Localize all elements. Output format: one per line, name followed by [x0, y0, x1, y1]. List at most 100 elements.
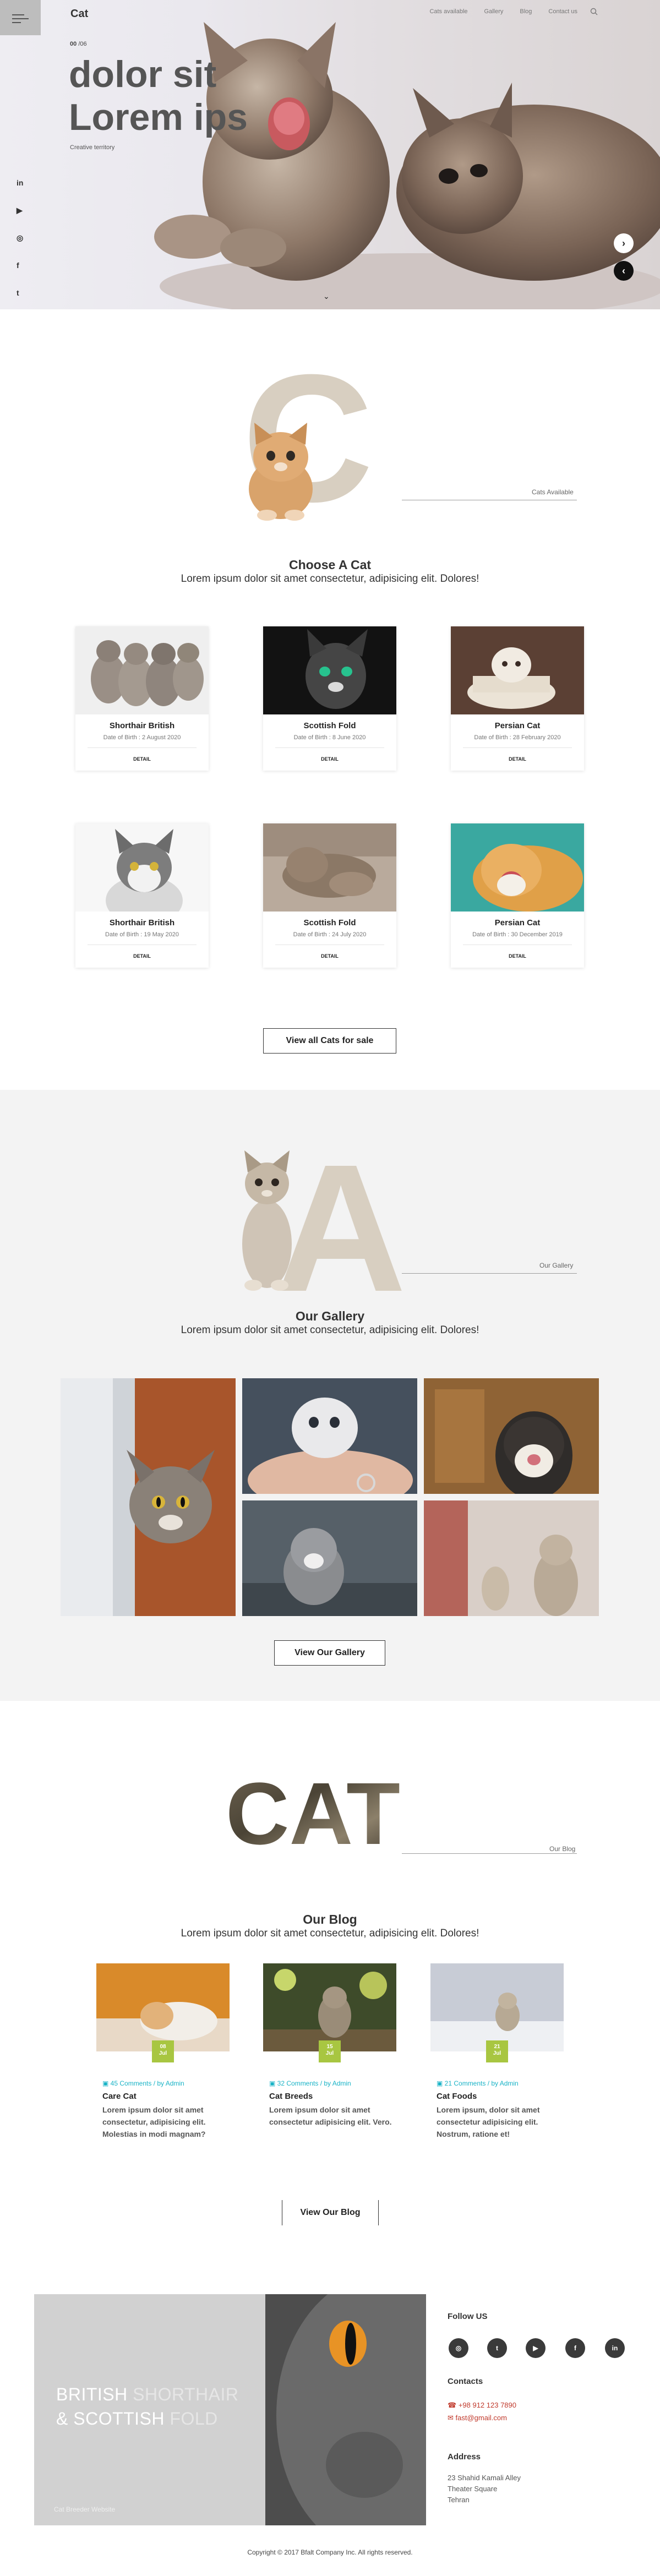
- cat-card-divider: [275, 747, 384, 748]
- nav-contact-us[interactable]: Contact us: [548, 8, 577, 15]
- blog-date-month: Jul: [159, 2050, 167, 2056]
- slider-prev-button[interactable]: ‹: [614, 261, 634, 281]
- cat-card-dob: Date of Birth : 19 May 2020: [105, 931, 179, 938]
- cat-card-image: [263, 626, 396, 714]
- cat-card-image: [75, 626, 209, 714]
- cat-card-dob: Date of Birth : 28 February 2020: [474, 734, 561, 741]
- blog-date-badge: 08 Jul: [152, 2040, 174, 2062]
- hero-title-line1: dolor sit: [69, 53, 217, 95]
- gallery-section-title: Our Gallery: [295, 1309, 365, 1323]
- blog-date-month: Jul: [325, 2050, 334, 2056]
- nav-gallery[interactable]: Gallery: [484, 8, 504, 15]
- blog-post-title[interactable]: Cat Foods: [437, 2092, 477, 2101]
- hero-title-line2: Lorem ips: [69, 96, 248, 138]
- youtube-icon[interactable]: ▶: [526, 2338, 546, 2358]
- gallery-section-description: Lorem ipsum dolor sit amet consectetur, …: [181, 1324, 479, 1336]
- cat-card[interactable]: Persian Cat Date of Birth : 30 December …: [451, 823, 584, 968]
- site-logo[interactable]: Cat: [70, 8, 88, 20]
- address-title: Address: [448, 2452, 481, 2462]
- blog-post-image[interactable]: [96, 1963, 230, 2051]
- linkedin-icon[interactable]: in: [17, 178, 23, 189]
- cat-card-name: Scottish Fold: [303, 721, 356, 730]
- address-line: 23 Shahid Kamali Alley: [448, 2474, 521, 2482]
- scroll-down-icon[interactable]: ⌄: [323, 292, 330, 301]
- cat-card[interactable]: Shorthair British Date of Birth : 2 Augu…: [75, 626, 209, 771]
- facebook-icon[interactable]: f: [565, 2338, 585, 2358]
- instagram-icon[interactable]: ◎: [449, 2338, 468, 2358]
- blog-deco-label: Our Blog: [549, 1845, 576, 1853]
- blog-big-word-graphic: CAT: [226, 1764, 400, 1855]
- cat-card-dob: Date of Birth : 30 December 2019: [472, 931, 563, 938]
- blog-date-day: 21: [494, 2044, 500, 2050]
- cat-card-name: Persian Cat: [494, 918, 541, 927]
- youtube-icon[interactable]: ▶: [17, 206, 23, 217]
- footer-banner: BRITISH SHORTHAIR & SCOTTISH FOLD Cat Br…: [34, 2294, 426, 2525]
- cat-card-dob: Date of Birth : 2 August 2020: [103, 734, 181, 741]
- blog-post-excerpt: Lorem ipsum, dolor sit amet consectetur …: [437, 2105, 540, 2138]
- search-icon[interactable]: [590, 8, 598, 15]
- twitter-icon[interactable]: t: [487, 2338, 507, 2358]
- facebook-icon[interactable]: f: [17, 261, 23, 272]
- blog-post-title[interactable]: Cat Breeds: [269, 2092, 313, 2101]
- blog-date-badge: 15 Jul: [319, 2040, 341, 2062]
- cat-card-detail-button[interactable]: DETAIL: [451, 953, 584, 959]
- blog-date-day: 15: [326, 2044, 333, 2050]
- blog-post-image[interactable]: [263, 1963, 396, 2051]
- view-blog-button[interactable]: View Our Blog: [282, 2200, 379, 2225]
- slider-next-button[interactable]: ›: [614, 233, 634, 253]
- menu-toggle-button[interactable]: [0, 0, 41, 35]
- cat-card-divider: [88, 747, 197, 748]
- cat-card-name: Shorthair British: [109, 721, 175, 730]
- twitter-icon[interactable]: t: [17, 288, 23, 299]
- hero-credit: Creative territory: [70, 144, 115, 151]
- slide-counter: 00 /06: [70, 41, 87, 47]
- gallery-image[interactable]: [424, 1378, 599, 1494]
- address-line: Theater Square: [448, 2485, 498, 2493]
- slide-counter-total: /06: [78, 41, 87, 47]
- cats-section-title: Choose A Cat: [288, 558, 372, 572]
- banner-word: SHORTHAIR: [133, 2384, 239, 2404]
- gallery-image[interactable]: [61, 1378, 236, 1616]
- blog-post-title[interactable]: Care Cat: [102, 2092, 137, 2101]
- blog-post-meta-text: 45 Comments / by Admin: [110, 2080, 184, 2087]
- view-gallery-button[interactable]: View Our Gallery: [274, 1640, 385, 1666]
- follow-us-title: Follow US: [448, 2312, 488, 2321]
- contact-email-text: fast@gmail.com: [455, 2414, 507, 2422]
- gallery-image[interactable]: [424, 1500, 599, 1616]
- cat-card-dob: Date of Birth : 8 June 2020: [293, 734, 366, 741]
- banner-cat-photo: [265, 2294, 426, 2525]
- contact-phone[interactable]: ☎ +98 912 123 7890: [448, 2401, 516, 2410]
- slide-counter-current: 00: [70, 41, 77, 47]
- cat-card-detail-button[interactable]: DETAIL: [263, 756, 396, 762]
- kitten-a-photo: [242, 1150, 292, 1291]
- blog-post-image[interactable]: [430, 1963, 564, 2051]
- cat-card-name: Scottish Fold: [303, 918, 356, 927]
- cat-card[interactable]: Persian Cat Date of Birth : 28 February …: [451, 626, 584, 771]
- cats-section-description: Lorem ipsum dolor sit amet consectetur, …: [181, 573, 479, 585]
- blog-post-meta: ▣ 21 Comments / by Admin: [437, 2080, 519, 2087]
- cat-card[interactable]: Scottish Fold Date of Birth : 8 June 202…: [263, 626, 396, 771]
- cat-card-detail-button[interactable]: DETAIL: [451, 756, 584, 762]
- kitten-c-photo: [249, 423, 313, 521]
- cat-card[interactable]: Shorthair British Date of Birth : 19 May…: [75, 823, 209, 968]
- instagram-icon[interactable]: ◎: [17, 233, 23, 244]
- hero-title: dolor sit Lorem ips: [69, 53, 248, 139]
- blog-post-meta-text: 21 Comments / by Admin: [444, 2080, 519, 2087]
- cat-card[interactable]: Scottish Fold Date of Birth : 24 July 20…: [263, 823, 396, 968]
- banner-word: FOLD: [170, 2409, 218, 2428]
- cat-card-detail-button[interactable]: DETAIL: [75, 756, 209, 762]
- nav-blog[interactable]: Blog: [520, 8, 532, 15]
- blog-big-word: CAT: [226, 1764, 400, 1855]
- blog-post-meta: ▣ 32 Comments / by Admin: [269, 2080, 351, 2087]
- view-all-cats-button[interactable]: View all Cats for sale: [263, 1028, 396, 1054]
- banner-title: BRITISH SHORTHAIR & SCOTTISH FOLD: [56, 2382, 239, 2431]
- linkedin-icon[interactable]: in: [605, 2338, 625, 2358]
- address-line: Tehran: [448, 2496, 470, 2504]
- gallery-image[interactable]: [242, 1500, 417, 1616]
- contact-email[interactable]: ✉ fast@gmail.com: [448, 2414, 507, 2422]
- cat-card-name: Persian Cat: [494, 721, 541, 730]
- cat-card-detail-button[interactable]: DETAIL: [75, 953, 209, 959]
- gallery-image[interactable]: [242, 1378, 417, 1494]
- cat-card-detail-button[interactable]: DETAIL: [263, 953, 396, 959]
- nav-cats-available[interactable]: Cats available: [429, 8, 467, 15]
